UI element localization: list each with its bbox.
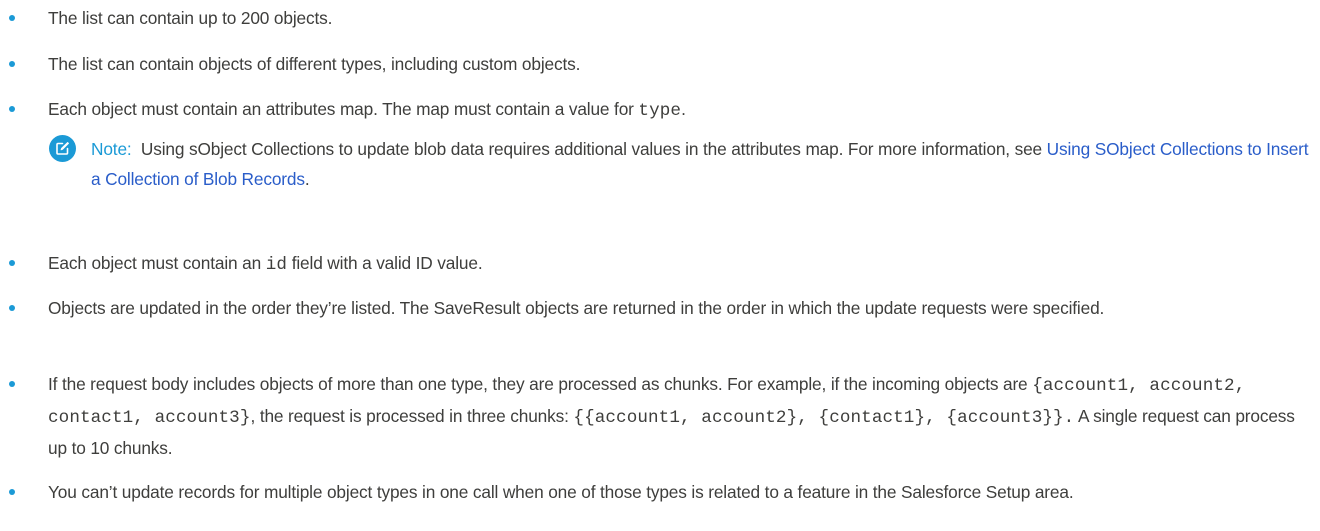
- bullet-icon: [9, 489, 15, 495]
- note-text: Note: Using sObject Collections to updat…: [91, 134, 1311, 194]
- list-item-text: You can’t update records for multiple ob…: [48, 482, 1074, 502]
- inline-code: type: [638, 101, 682, 121]
- document-page: The list can contain up to 200 objects. …: [0, 0, 1320, 531]
- text-segment: Using sObject Collections to update blob…: [140, 139, 1047, 159]
- bullet-icon: [9, 260, 15, 266]
- bullet-icon: [9, 106, 15, 112]
- note-label: Note:: [91, 139, 132, 159]
- list-item-text: Each object must contain an id field wit…: [48, 248, 1310, 280]
- edit-note-icon: [49, 135, 76, 162]
- text-segment: , the request is processed in three chun…: [250, 406, 574, 426]
- text-segment: .: [304, 169, 310, 189]
- bullet-icon: [9, 305, 15, 311]
- list-item-text: Each object must contain an attributes m…: [48, 94, 1310, 126]
- list-item-text: Objects are updated in the order they’re…: [48, 298, 1105, 318]
- text-segment: .: [681, 99, 686, 119]
- inline-code: id: [265, 255, 288, 275]
- bullet-icon: [9, 15, 15, 21]
- list-item-text: The list can contain up to 200 objects.: [48, 8, 333, 28]
- text-segment: If the request body includes objects of …: [48, 374, 1033, 394]
- bullet-icon: [9, 61, 15, 67]
- bullet-icon: [9, 381, 15, 387]
- text-segment: field with a valid ID value.: [287, 253, 483, 273]
- text-segment: Each object must contain an: [48, 253, 266, 273]
- list-item-text: If the request body includes objects of …: [48, 369, 1310, 463]
- list-item-text: The list can contain objects of differen…: [48, 54, 581, 74]
- inline-code: {{account1, account2}, {contact1}, {acco…: [573, 408, 1075, 428]
- text-segment: Each object must contain an attributes m…: [48, 99, 639, 119]
